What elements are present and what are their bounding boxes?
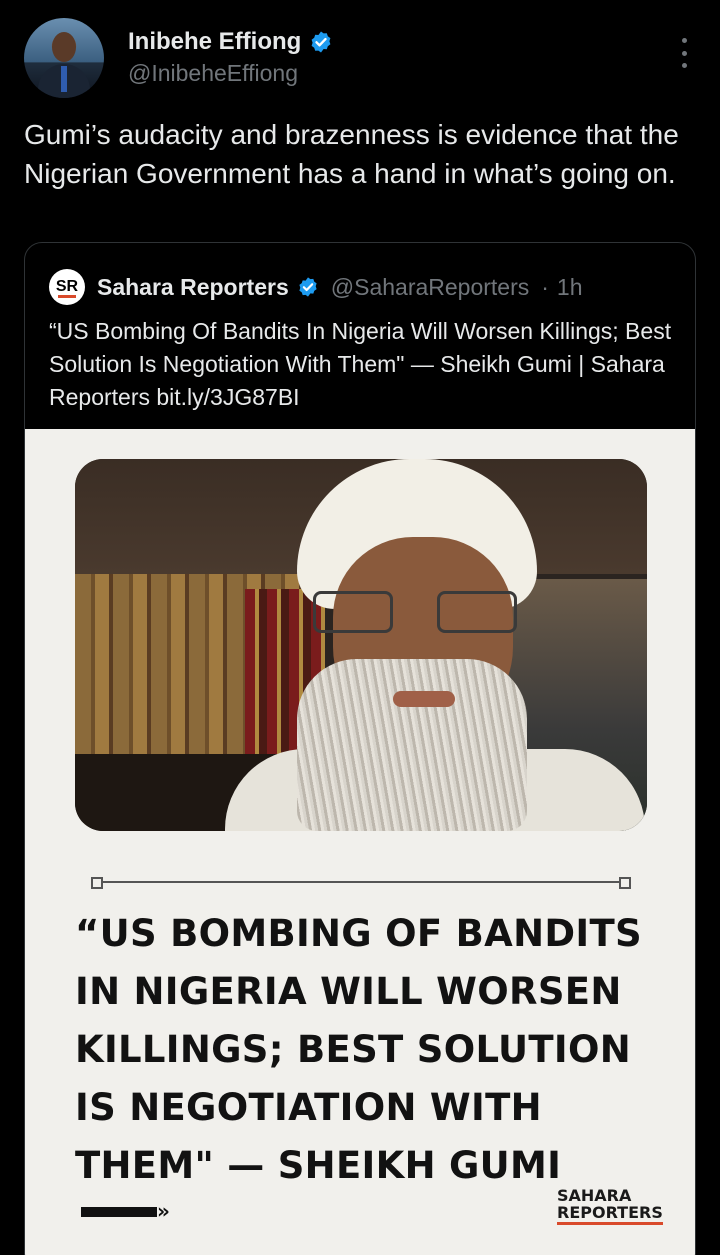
quoted-header: SR Sahara Reporters @SaharaReporters · 1… — [49, 269, 583, 305]
sheikh-photo — [75, 459, 647, 831]
avatar[interactable] — [24, 18, 104, 98]
verified-badge-icon — [299, 277, 317, 297]
arrow-bar-icon — [81, 1207, 157, 1217]
quoted-text: “US Bombing Of Bandits In Nigeria Will W… — [49, 318, 672, 410]
media-headline: “US BOMBING OF BANDITS IN NIGERIA WILL W… — [75, 912, 642, 1187]
author-name-row[interactable]: Inibehe Effiong — [128, 28, 333, 56]
double-chevron-icon: » — [157, 1199, 170, 1223]
quoted-time[interactable]: 1h — [557, 274, 583, 301]
tweet-text: Gumi’s audacity and brazenness is eviden… — [24, 119, 679, 189]
sahara-reporters-logo: SAHARA REPORTERS — [557, 1187, 663, 1225]
brand-line-1: SAHARA — [557, 1186, 632, 1205]
quoted-handle[interactable]: @SaharaReporters — [331, 274, 530, 301]
verified-badge-icon — [311, 31, 331, 53]
author-display-name[interactable]: Inibehe Effiong — [128, 28, 301, 56]
quoted-separator: · — [541, 273, 549, 300]
quoted-tweet[interactable]: SR Sahara Reporters @SaharaReporters · 1… — [24, 242, 696, 1255]
quoted-avatar[interactable]: SR — [49, 269, 85, 305]
divider — [91, 877, 631, 889]
tweet-header: Inibehe Effiong @InibeheEffiong — [24, 18, 696, 102]
quoted-display-name[interactable]: Sahara Reporters — [97, 274, 289, 301]
author-handle[interactable]: @InibeheEffiong — [128, 60, 298, 87]
brand-line-2: REPORTERS — [557, 1204, 663, 1225]
quoted-media-image[interactable]: “US BOMBING OF BANDITS IN NIGERIA WILL W… — [25, 429, 695, 1255]
more-vertical-icon[interactable] — [678, 38, 690, 68]
